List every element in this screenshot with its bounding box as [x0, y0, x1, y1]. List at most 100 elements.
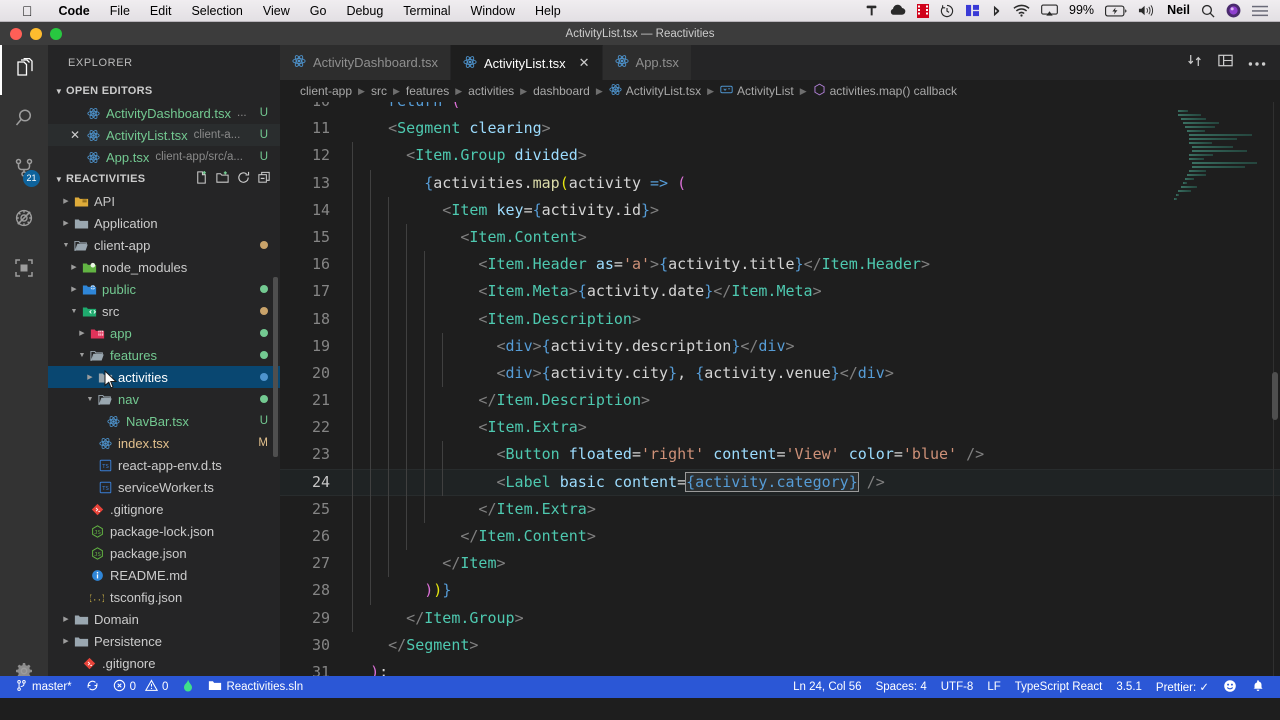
tree-file-package-lock-json[interactable]: JS package-lock.json [48, 520, 280, 542]
menu-go[interactable]: Go [300, 4, 337, 18]
menu-selection[interactable]: Selection [181, 4, 252, 18]
tree-folder-features[interactable]: ▼ features [48, 344, 280, 366]
tab-activitydashboard[interactable]: ActivityDashboard.tsx [280, 45, 451, 80]
code-line[interactable]: 11 <Segment clearing> [280, 115, 1280, 142]
tree-file-package-json[interactable]: JS package.json [48, 542, 280, 564]
tree-folder-node-modules[interactable]: ▶ node_modules [48, 256, 280, 278]
new-folder-icon[interactable] [215, 170, 230, 188]
tree-file-navbar-tsx[interactable]: NavBar.tsx U [48, 410, 280, 432]
code-line[interactable]: 23 <Button floated='right' content='View… [280, 441, 1280, 469]
code-line[interactable]: 26 </Item.Content> [280, 523, 1280, 551]
cloud-icon[interactable] [889, 4, 906, 17]
section-workspace[interactable]: ▼ REACTIVITIES [48, 168, 280, 190]
tree-file-react-app-env-d-ts[interactable]: TS react-app-env.d.ts [48, 454, 280, 476]
display-grid-icon[interactable] [965, 4, 980, 17]
tree-file-gitignore[interactable]: .gitignore [48, 652, 280, 674]
sidebar-scrollbar[interactable] [273, 277, 278, 457]
code-line[interactable]: 28 ))} [280, 577, 1280, 605]
status-branch[interactable]: master* [8, 676, 79, 698]
wifi-icon[interactable] [1013, 4, 1030, 17]
tree-folder-nav[interactable]: ▼ nav [48, 388, 280, 410]
code-line[interactable]: 18 <Item.Description> [280, 305, 1280, 333]
tree-file-tsconfig-json[interactable]: {..} tsconfig.json [48, 586, 280, 608]
status-live-share[interactable] [175, 676, 201, 698]
tree-file-serviceworker-ts[interactable]: TS serviceWorker.ts [48, 476, 280, 498]
tree-folder-public[interactable]: ▶ public [48, 278, 280, 300]
status-encoding[interactable]: UTF-8 [934, 676, 981, 698]
control-center-icon[interactable] [1252, 5, 1268, 17]
activity-bar-item-source-control[interactable]: 21 [0, 145, 48, 195]
code-line[interactable]: 14 <Item key={activity.id}> [280, 196, 1280, 224]
code-line[interactable]: 19 <div>{activity.description}</div> [280, 332, 1280, 360]
code-line[interactable]: 16 <Item.Header as='a'>{activity.title}<… [280, 251, 1280, 279]
time-machine-icon[interactable] [940, 4, 954, 18]
status-feedback[interactable] [1216, 676, 1244, 698]
section-open-editors[interactable]: ▼ OPEN EDITORS [48, 80, 280, 102]
tab-activitylist[interactable]: ActivityList.tsx ✕ [451, 45, 603, 80]
code-line[interactable]: 17 <Item.Meta>{activity.date}</Item.Meta… [280, 278, 1280, 306]
status-language-mode[interactable]: TypeScript React [1008, 676, 1110, 698]
menu-code[interactable]: Code [49, 4, 100, 18]
siri-icon[interactable] [1226, 3, 1241, 18]
airplay-icon[interactable] [1041, 4, 1058, 17]
breadcrumb-item-activitylist-tsx[interactable]: ActivityList.tsx [609, 83, 701, 99]
code-line[interactable]: 21 </Item.Description> [280, 387, 1280, 415]
layout-icon[interactable] [1217, 52, 1234, 74]
split-editor-icon[interactable] [1186, 52, 1203, 74]
scrollbar-thumb[interactable] [1272, 372, 1278, 420]
tree-folder-application[interactable]: ▶ Application [48, 212, 280, 234]
tree-folder-api[interactable]: ▶ API [48, 190, 280, 212]
speaker-icon[interactable] [1138, 4, 1156, 17]
status-cursor-position[interactable]: Ln 24, Col 56 [786, 676, 868, 698]
spotlight-search-icon[interactable] [1201, 4, 1215, 18]
activity-bar-item-debug[interactable] [0, 195, 48, 245]
battery-charging-icon[interactable] [1105, 4, 1127, 17]
status-problems[interactable]: 0 0 [106, 676, 176, 698]
breadcrumb-item-activities[interactable]: activities [468, 84, 514, 98]
code-line[interactable]: 12 <Item.Group divided> [280, 142, 1280, 170]
tree-folder-app[interactable]: ▶ app [48, 322, 280, 344]
breadcrumb-item-src[interactable]: src [371, 84, 387, 98]
code-line[interactable]: 29 </Item.Group> [280, 604, 1280, 632]
status-indentation[interactable]: Spaces: 4 [869, 676, 934, 698]
status-typescript-version[interactable]: 3.5.1 [1109, 676, 1149, 698]
tree-folder-client-app[interactable]: ▼ client-app [48, 234, 280, 256]
code-line[interactable]: 20 <div>{activity.city}, {activity.venue… [280, 359, 1280, 388]
close-icon[interactable]: ✕ [66, 128, 84, 142]
activity-bar-item-search[interactable] [0, 95, 48, 145]
hammer-icon[interactable] [865, 4, 878, 17]
new-file-icon[interactable] [194, 170, 209, 188]
menu-help[interactable]: Help [525, 4, 571, 18]
tree-folder-persistence[interactable]: ▶ Persistence [48, 630, 280, 652]
status-sync[interactable] [79, 676, 106, 698]
activity-bar-item-explorer[interactable] [0, 45, 48, 95]
code-line[interactable]: 15 <Item.Content> [280, 223, 1280, 252]
breadcrumb-item-activitylist[interactable]: ActivityList [720, 83, 794, 99]
tab-app[interactable]: App.tsx [602, 45, 692, 80]
code-line[interactable]: 22 <Item.Extra> [280, 414, 1280, 442]
film-strip-icon[interactable] [917, 3, 930, 18]
status-prettier[interactable]: Prettier: ✓ [1149, 676, 1216, 698]
battery-percent[interactable]: 99% [1069, 4, 1094, 17]
tree-file-readme-md[interactable]: README.md [48, 564, 280, 586]
more-actions-icon[interactable] [1248, 54, 1266, 72]
minimap[interactable] [1174, 102, 1266, 698]
menu-view[interactable]: View [253, 4, 300, 18]
user-name[interactable]: Neil [1167, 4, 1190, 17]
editor-scrollbar[interactable] [1266, 102, 1280, 698]
refresh-icon[interactable] [236, 170, 251, 188]
breadcrumb-item-dashboard[interactable]: dashboard [533, 84, 590, 98]
apple-logo-icon[interactable]:  [22, 4, 33, 18]
menu-window[interactable]: Window [461, 4, 525, 18]
tree-file-index-tsx[interactable]: index.tsx M [48, 432, 280, 454]
code-editor[interactable]: 10 return (11 <Segment clearing>12 <Item… [280, 102, 1280, 698]
code-line[interactable]: 24 <Label basic content={activity.catego… [280, 468, 1280, 496]
breadcrumb-item-features[interactable]: features [406, 84, 449, 98]
breadcrumb-item-client-app[interactable]: client-app [300, 84, 352, 98]
collapse-all-icon[interactable] [257, 170, 272, 188]
menu-edit[interactable]: Edit [140, 4, 182, 18]
status-eol[interactable]: LF [980, 676, 1007, 698]
menu-debug[interactable]: Debug [336, 4, 393, 18]
code-line[interactable]: 27 </Item> [280, 550, 1280, 578]
menu-terminal[interactable]: Terminal [393, 4, 460, 18]
